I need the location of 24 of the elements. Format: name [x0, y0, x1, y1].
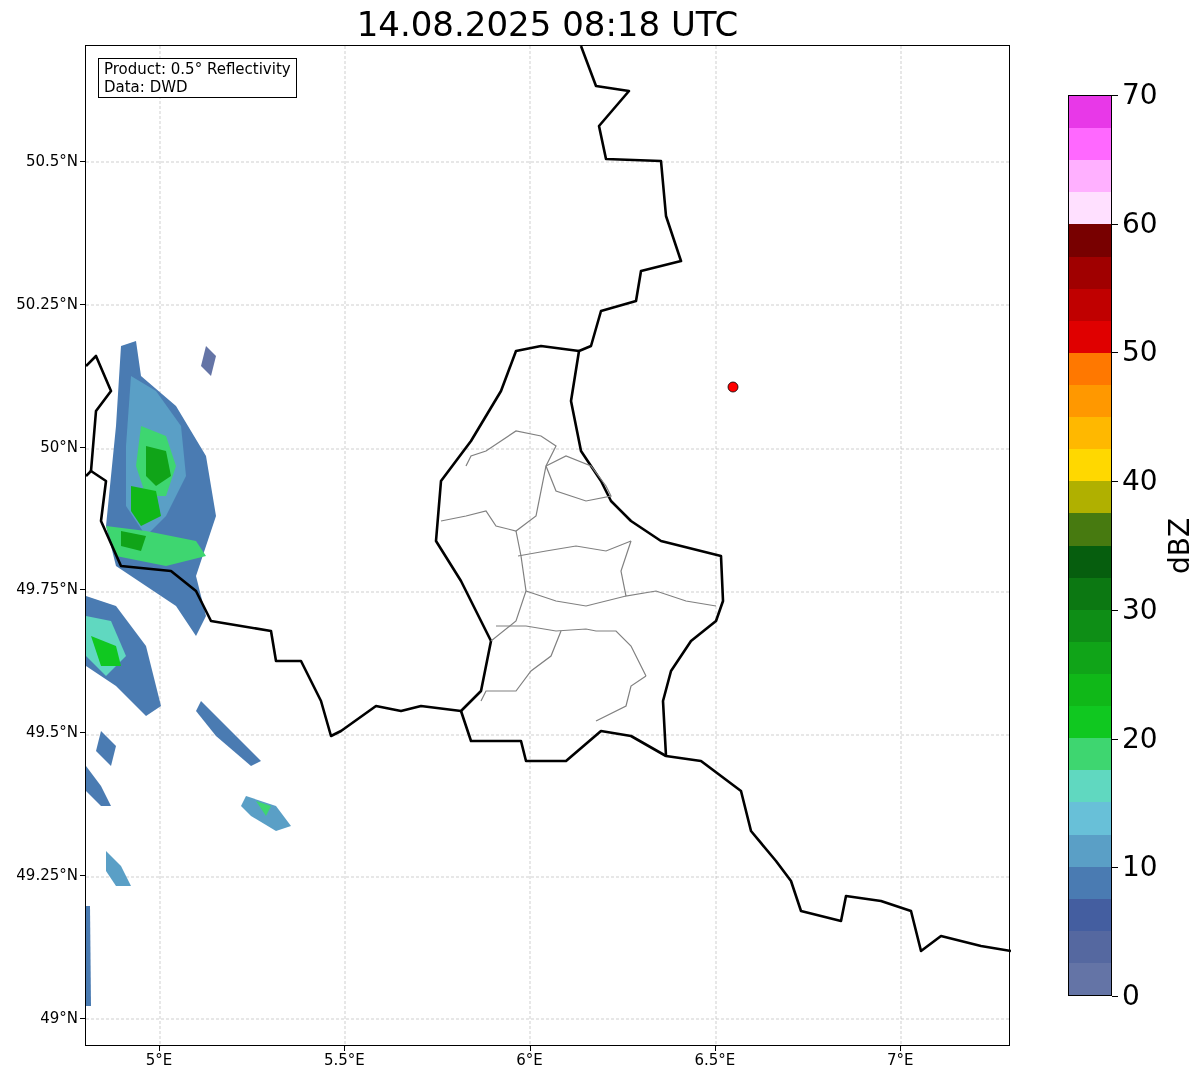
- x-tick-label: 6°E: [516, 1051, 543, 1069]
- x-tick-label: 6.5°E: [694, 1051, 736, 1069]
- colorbar-tick-label: 20: [1122, 722, 1158, 755]
- y-tick-label: 49.75°N: [16, 580, 78, 599]
- colorbar-tick-label: 10: [1122, 851, 1158, 884]
- chart-title: 14.08.2025 08:18 UTC: [355, 4, 740, 44]
- x-tick-label: 5.5°E: [323, 1051, 365, 1069]
- legend-text: Data: DWD: [104, 78, 189, 96]
- x-tick-label: 5°E: [145, 1051, 173, 1069]
- colorbar-tick-label: 0: [1122, 980, 1140, 1012]
- y-tick-label: 50°N: [40, 437, 78, 456]
- y-tick-label: 49°N: [40, 1008, 78, 1027]
- legend-text: Product: 0.5° Reflectivity: [104, 60, 291, 78]
- y-tick-label: 50.25°N: [16, 294, 78, 313]
- colorbar-label: dBZ: [1164, 517, 1196, 575]
- colorbar-tick-label: 70: [1122, 79, 1158, 111]
- y-tick-label: 49.5°N: [25, 723, 78, 742]
- colorbar-tick-label: 30: [1122, 593, 1158, 626]
- y-tick-label: 50.5°N: [25, 152, 78, 170]
- y-tick-label: 49.25°N: [16, 866, 78, 884]
- x-tick-label: 7°E: [886, 1051, 914, 1069]
- colorbar-tick-label: 50: [1122, 336, 1158, 369]
- colorbar-tick-label: 40: [1122, 465, 1158, 498]
- colorbar-tick-label: 60: [1122, 207, 1158, 240]
